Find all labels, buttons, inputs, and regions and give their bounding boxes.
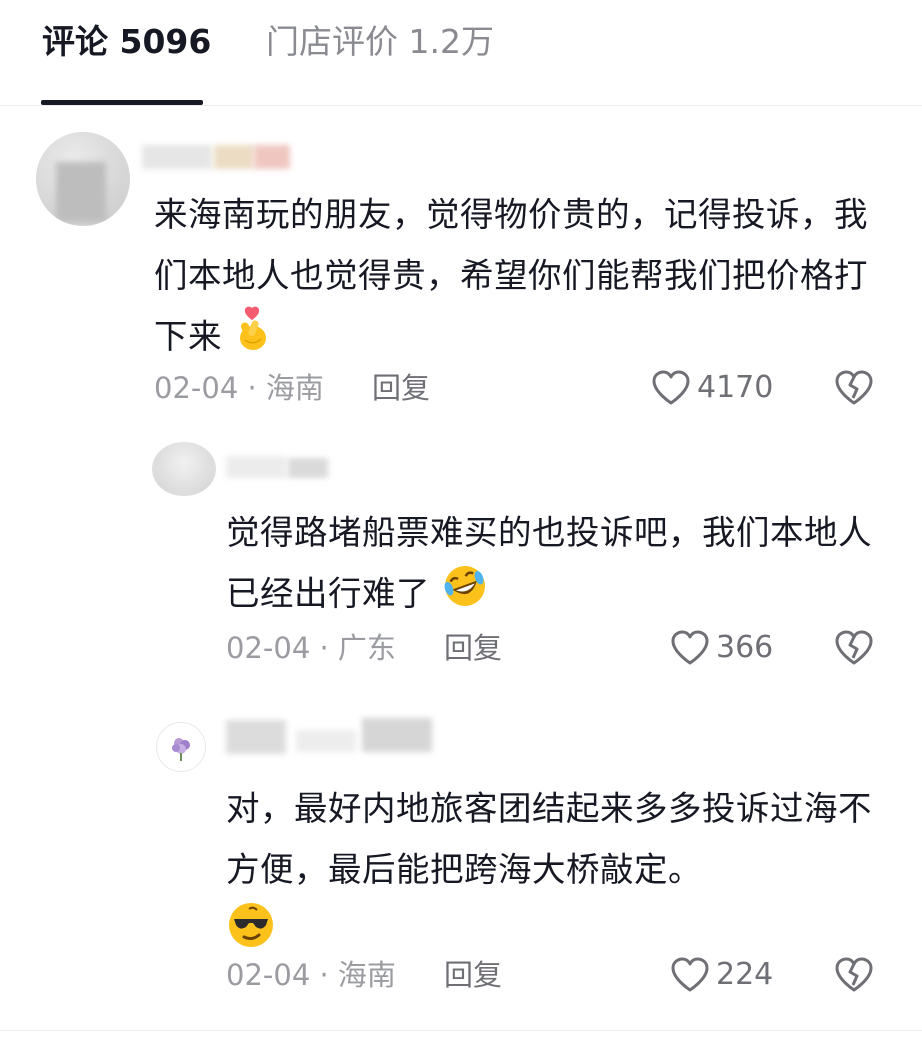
like-count: 366 — [716, 630, 774, 665]
username[interactable] — [226, 452, 336, 482]
avatar[interactable] — [156, 722, 206, 772]
comment-text: 对，最好内地旅客团结起来多多投诉过海不方便，最后能把跨海大桥敲定。 — [226, 778, 896, 969]
heart-icon — [670, 957, 710, 993]
header-divider — [0, 105, 922, 106]
finger-heart-emoji — [233, 306, 273, 371]
username[interactable] — [142, 143, 292, 173]
heart-icon — [651, 370, 691, 406]
reply-button[interactable]: 回复 — [444, 628, 502, 668]
comment-text: 觉得路堵船票难买的也投诉吧，我们本地人已经出行难了 — [226, 502, 886, 628]
bottom-divider — [0, 1030, 922, 1031]
broken-heart-icon — [835, 630, 873, 665]
like-button[interactable]: 224 — [670, 955, 773, 995]
heart-icon — [670, 630, 710, 666]
reply-button[interactable]: 回复 — [444, 955, 502, 995]
flower-icon — [172, 738, 190, 761]
like-button[interactable]: 366 — [670, 628, 773, 668]
username[interactable] — [226, 718, 446, 758]
broken-heart-icon — [835, 957, 873, 992]
dislike-button[interactable] — [834, 957, 874, 993]
broken-heart-icon — [835, 370, 873, 405]
comment-tabs: 评论 5096 门店评价 1.2万 — [0, 0, 922, 106]
comment-meta: 02-04 · 海南 — [226, 958, 396, 992]
reply-button[interactable]: 回复 — [372, 368, 430, 408]
comment-meta: 02-04 · 广东 — [226, 631, 396, 665]
avatar[interactable] — [36, 132, 130, 226]
like-count: 4170 — [697, 370, 774, 405]
tab-store-reviews[interactable]: 门店评价 1.2万 — [266, 22, 494, 62]
tab-comments[interactable]: 评论 5096 — [42, 22, 211, 62]
dislike-button[interactable] — [834, 370, 874, 406]
comment-meta: 02-04 · 海南 — [154, 371, 324, 405]
avatar[interactable] — [152, 442, 216, 496]
comment-text: 来海南玩的朋友，觉得物价贵的，记得投诉，我们本地人也觉得贵，希望你们能帮我们把价… — [154, 184, 874, 371]
rofl-emoji — [441, 563, 489, 628]
like-button[interactable]: 4170 — [651, 368, 773, 408]
like-count: 224 — [716, 957, 774, 992]
dislike-button[interactable] — [834, 630, 874, 666]
